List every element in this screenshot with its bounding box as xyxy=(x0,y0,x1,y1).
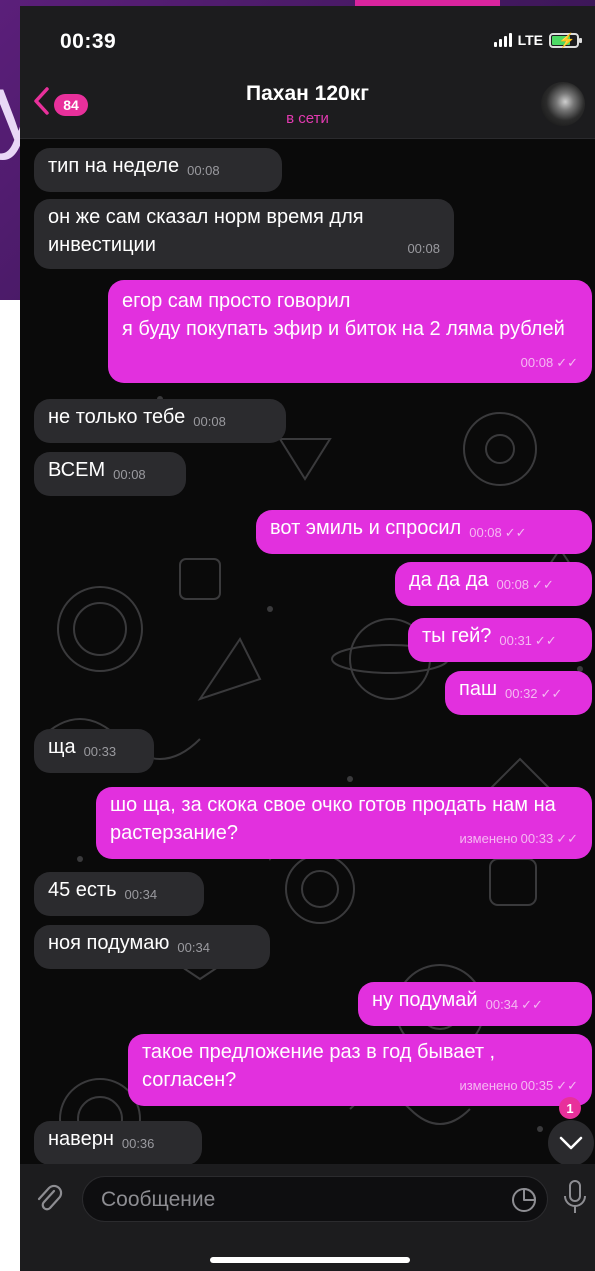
network-type: LTE xyxy=(517,32,543,48)
message-text: ща xyxy=(48,736,76,758)
message-time: 00:08 xyxy=(407,241,440,256)
message-incoming[interactable]: ВСЕМ 00:08 xyxy=(34,452,186,496)
message-text: егор сам просто говорил я буду покупать … xyxy=(122,290,565,340)
scroll-to-bottom-button[interactable] xyxy=(548,1120,594,1166)
message-time: 00:08 xyxy=(496,577,530,592)
read-checkmarks-icon: ✓✓ xyxy=(534,633,557,648)
message-time: 00:08 xyxy=(187,163,220,178)
message-incoming[interactable]: не только тебе 00:08 xyxy=(34,399,286,443)
message-text: не только тебе xyxy=(48,406,186,428)
message-incoming[interactable]: 45 есть 00:34 xyxy=(34,872,204,916)
message-incoming[interactable]: ща 00:33 xyxy=(34,729,154,773)
message-outgoing[interactable]: да да да 00:08 ✓✓ xyxy=(395,562,592,606)
battery-icon: ⚡ xyxy=(549,32,582,48)
message-time: 00:33 xyxy=(520,831,554,846)
message-text: тип на неделе xyxy=(48,155,180,177)
microphone-icon[interactable] xyxy=(562,1179,588,1217)
message-text: наверн xyxy=(48,1128,114,1150)
message-text: ты гей? xyxy=(422,625,492,647)
scroll-down-badge: 1 xyxy=(559,1097,581,1119)
message-time: 00:08 xyxy=(520,355,554,370)
chevron-down-icon xyxy=(559,1136,583,1150)
message-time: 00:34 xyxy=(177,940,210,955)
message-time: 00:32 xyxy=(505,686,538,701)
phone-screen: 00:39 LTE ⚡ 84 Пахан 120кг в сети тип на… xyxy=(20,6,595,1271)
message-text: да да да xyxy=(409,569,489,591)
message-outgoing[interactable]: ну подумай 00:34 ✓✓ xyxy=(358,982,592,1026)
message-time: 00:34 xyxy=(124,887,158,902)
read-checkmarks-icon: ✓✓ xyxy=(532,577,554,592)
message-time: 00:08 xyxy=(193,414,226,429)
message-incoming[interactable]: ноя подумаю 00:34 xyxy=(34,925,270,969)
message-text: вот эмиль и спросил xyxy=(270,517,462,539)
message-time: 00:35 xyxy=(520,1078,554,1093)
signal-icon xyxy=(493,33,512,47)
message-time: 00:34 xyxy=(485,997,519,1012)
message-outgoing[interactable]: такое предложение раз в год бывает , сог… xyxy=(128,1034,592,1106)
edited-label: изменено xyxy=(459,1078,518,1093)
message-text: ноя подумаю xyxy=(48,932,170,954)
message-text: он же сам сказал норм время для инвестиц… xyxy=(48,206,364,256)
message-time: 00:08 xyxy=(113,467,146,482)
message-time: 00:36 xyxy=(121,1136,155,1151)
sticker-icon[interactable] xyxy=(511,1187,537,1213)
read-checkmarks-icon: ✓✓ xyxy=(540,686,563,701)
contact-avatar[interactable] xyxy=(541,82,585,126)
message-incoming[interactable]: наверн 00:36 xyxy=(34,1121,202,1164)
message-outgoing[interactable]: шо ща, за скока свое очко готов продать … xyxy=(96,787,592,859)
home-indicator[interactable] xyxy=(210,1257,410,1263)
message-time: 00:33 xyxy=(83,744,117,759)
message-input-field[interactable] xyxy=(82,1176,548,1223)
status-bar: 00:39 LTE ⚡ xyxy=(20,6,595,72)
message-list[interactable]: тип на неделе 00:08 он же сам сказал норм… xyxy=(20,139,595,1164)
read-checkmarks-icon: ✓✓ xyxy=(556,1078,578,1093)
chat-header: 84 Пахан 120кг в сети xyxy=(20,72,595,139)
message-time: 00:08 xyxy=(469,525,502,540)
message-input[interactable] xyxy=(99,1177,503,1223)
status-time: 00:39 xyxy=(60,30,117,53)
message-outgoing[interactable]: егор сам просто говорил я буду покупать … xyxy=(108,280,592,383)
message-text: ну подумай xyxy=(372,989,478,1011)
chat-online-status: в сети xyxy=(286,110,329,127)
status-indicators: LTE ⚡ xyxy=(493,32,582,48)
message-incoming[interactable]: тип на неделе 00:08 xyxy=(34,148,282,192)
composer-bar xyxy=(20,1164,595,1271)
read-checkmarks-icon: ✓✓ xyxy=(504,525,527,540)
chat-title[interactable]: Пахан 120кг xyxy=(20,82,595,106)
read-checkmarks-icon: ✓✓ xyxy=(556,831,578,846)
message-text: такое предложение раз в год бывает , сог… xyxy=(142,1041,496,1091)
message-text: 45 есть xyxy=(48,879,117,901)
message-outgoing[interactable]: ты гей? 00:31 ✓✓ xyxy=(408,618,592,662)
paperclip-icon[interactable] xyxy=(34,1184,64,1214)
message-time: 00:31 xyxy=(499,633,532,648)
message-outgoing[interactable]: вот эмиль и спросил 00:08 ✓✓ xyxy=(256,510,592,554)
message-text: ВСЕМ xyxy=(48,459,106,481)
message-outgoing[interactable]: паш 00:32 ✓✓ xyxy=(445,671,592,715)
read-checkmarks-icon: ✓✓ xyxy=(521,997,543,1012)
message-text: паш xyxy=(459,678,497,700)
read-checkmarks-icon: ✓✓ xyxy=(556,355,578,370)
message-incoming[interactable]: он же сам сказал норм время для инвестиц… xyxy=(34,199,454,269)
edited-label: изменено xyxy=(459,831,518,846)
